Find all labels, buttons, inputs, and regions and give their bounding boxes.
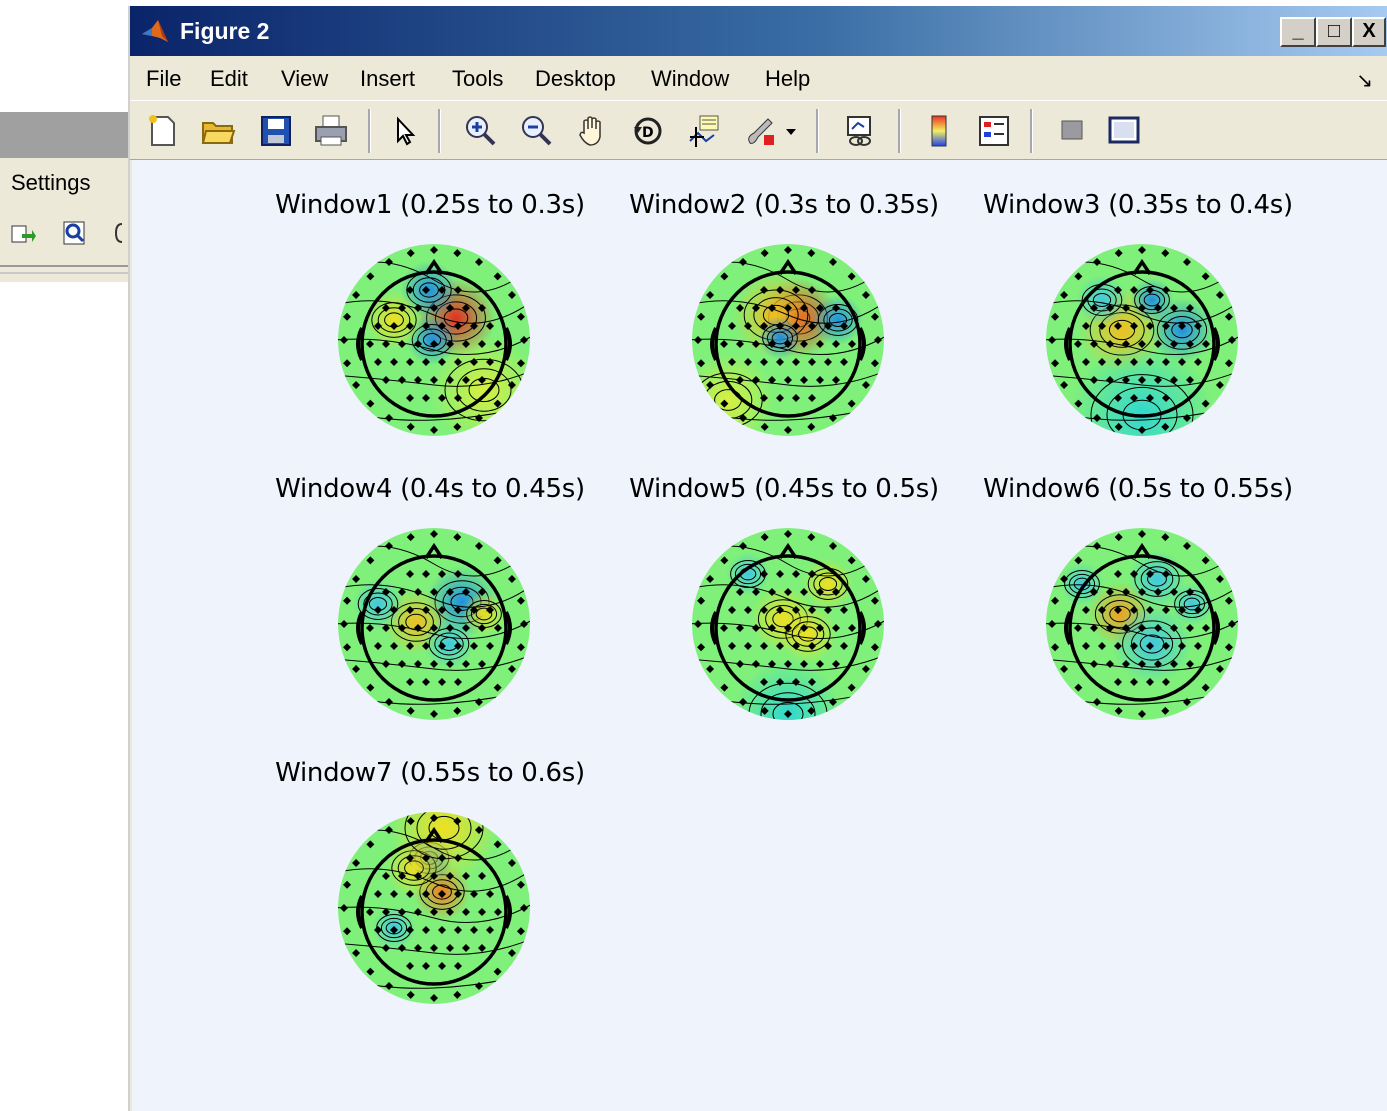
toolbar-separator [1030, 109, 1033, 153]
import-icon[interactable] [10, 220, 36, 246]
figure-canvas: Window1 (0.25s to 0.3s) Window2 (0.3s to… [132, 160, 1387, 1111]
matlab-logo-icon [142, 20, 168, 42]
svg-text:D: D [642, 125, 654, 141]
plot-title: Window6 (0.5s to 0.55s) [983, 474, 1293, 504]
partial-icon[interactable] [110, 220, 128, 246]
colorbar-icon[interactable] [922, 113, 958, 149]
topo-plot-3[interactable] [1042, 240, 1242, 440]
topo-plot-2[interactable] [688, 240, 888, 440]
topo-plot-1[interactable] [334, 240, 534, 440]
menu-window[interactable]: Window [651, 66, 729, 92]
select-arrow-icon[interactable] [386, 113, 422, 149]
zoom-in-icon[interactable] [462, 113, 498, 149]
show-plot-tools-icon[interactable] [1106, 113, 1142, 149]
brush-icon[interactable] [742, 113, 778, 149]
toolbar-divider [0, 265, 128, 267]
background-window-header [0, 112, 128, 158]
figure-window: Figure 2 _ □ X File Edit View Insert Too… [128, 6, 1387, 1111]
window-title: Figure 2 [180, 18, 270, 44]
menu-view[interactable]: View [281, 66, 328, 92]
open-file-icon[interactable] [200, 113, 236, 149]
topo-plot-7[interactable] [334, 808, 534, 1008]
title-bar[interactable]: Figure 2 _ □ X [130, 6, 1387, 56]
toolbar-separator [438, 109, 441, 153]
plot-title: Window7 (0.55s to 0.6s) [275, 758, 585, 788]
menu-edit[interactable]: Edit [210, 66, 248, 92]
link-plot-icon[interactable] [842, 113, 878, 149]
topo-plot-5[interactable] [688, 524, 888, 724]
plot-title: Window5 (0.45s to 0.5s) [629, 474, 939, 504]
plot-title: Window4 (0.4s to 0.45s) [275, 474, 585, 504]
print-icon[interactable] [313, 113, 349, 149]
menu-bar: File Edit View Insert Tools Desktop Wind… [130, 58, 1387, 100]
minimize-button[interactable]: _ [1280, 17, 1316, 47]
figure-toolbar: D [130, 100, 1387, 160]
menu-help[interactable]: Help [765, 66, 810, 92]
settings-menu[interactable]: Settings [11, 170, 91, 196]
background-window: Settings [0, 112, 128, 282]
toolbar-separator [368, 109, 371, 153]
toolbar-separator [898, 109, 901, 153]
brush-dropdown-icon[interactable] [782, 113, 800, 149]
topo-plot-6[interactable] [1042, 524, 1242, 724]
hide-plot-tools-icon[interactable] [1054, 113, 1090, 149]
plot-title: Window2 (0.3s to 0.35s) [629, 190, 939, 220]
pan-hand-icon[interactable] [574, 113, 610, 149]
menu-desktop[interactable]: Desktop [535, 66, 616, 92]
menu-tools[interactable]: Tools [452, 66, 503, 92]
close-button[interactable]: X [1352, 17, 1386, 47]
menu-file[interactable]: File [146, 66, 181, 92]
legend-icon[interactable] [976, 113, 1012, 149]
plot-title: Window3 (0.35s to 0.4s) [983, 190, 1293, 220]
toolbar-divider [0, 272, 128, 274]
save-icon[interactable] [258, 113, 294, 149]
toolbar-separator [816, 109, 819, 153]
maximize-button[interactable]: □ [1316, 17, 1352, 47]
rotate-3d-icon[interactable]: D [630, 113, 666, 149]
search-document-icon[interactable] [62, 220, 88, 246]
new-figure-icon[interactable] [144, 113, 180, 149]
dock-arrow-icon[interactable]: ↘ [1356, 68, 1373, 93]
topo-plot-4[interactable] [334, 524, 534, 724]
menu-insert[interactable]: Insert [360, 66, 415, 92]
data-cursor-icon[interactable] [686, 113, 722, 149]
zoom-out-icon[interactable] [518, 113, 554, 149]
plot-title: Window1 (0.25s to 0.3s) [275, 190, 585, 220]
